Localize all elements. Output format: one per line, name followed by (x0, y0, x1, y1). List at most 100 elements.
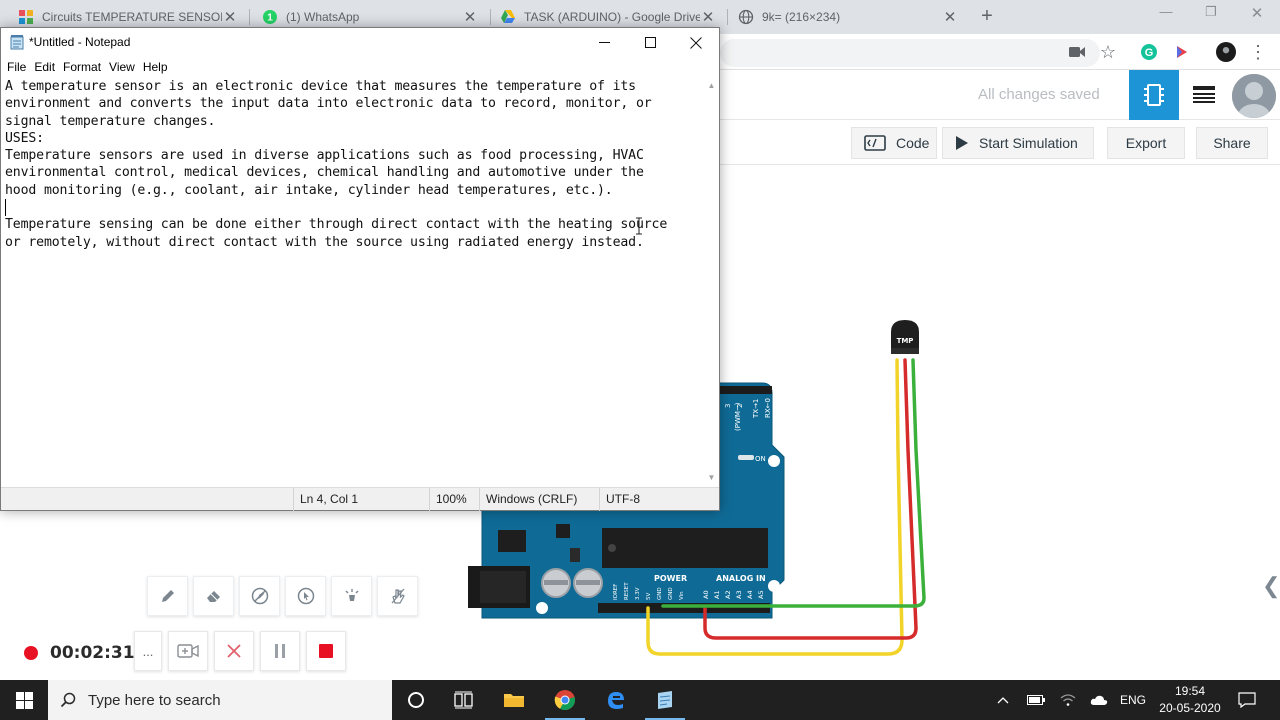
on-led (738, 455, 754, 460)
text-line: signal temperature changes. (5, 113, 216, 129)
share-button[interactable]: Share (1196, 127, 1268, 159)
camera-icon[interactable] (1067, 42, 1087, 62)
vertical-scrollbar[interactable]: ▲ ▼ (704, 77, 719, 487)
webcam-toggle-button[interactable] (168, 631, 208, 671)
search-icon (60, 692, 76, 708)
play-icon (955, 135, 969, 151)
svg-text:G: G (1145, 47, 1154, 59)
notepad-title-bar[interactable]: *Untitled - Notepad (1, 28, 719, 57)
extension-icon[interactable] (1172, 42, 1192, 62)
recorder-more-button[interactable]: ... (134, 631, 162, 671)
tx-pin-label: TX→1 (752, 399, 760, 419)
notepad-window[interactable]: *Untitled - Notepad File Edit Format Vie… (0, 27, 720, 511)
5v-pin-label: 5V (646, 593, 652, 600)
file-explorer-button[interactable] (490, 680, 538, 720)
taskbar-search-box[interactable]: Type here to search (48, 680, 392, 720)
address-bar[interactable] (720, 39, 1100, 67)
minimize-icon[interactable]: — (1154, 4, 1178, 26)
a3-pin-label: A3 (735, 590, 743, 599)
menu-edit[interactable]: Edit (34, 57, 55, 77)
close-icon[interactable]: ✕ (700, 8, 716, 26)
eraser-tool-button[interactable] (193, 576, 234, 616)
new-tab-button[interactable]: + (976, 6, 998, 28)
maximize-icon (644, 37, 656, 48)
gnd-pin-label: GND (668, 587, 674, 600)
notepad-text-area[interactable]: A temperature sensor is an electronic de… (5, 78, 703, 486)
spotlight-tool-button[interactable] (331, 576, 372, 616)
pin-2-label: 2 (736, 404, 744, 408)
tab-image[interactable]: 9k= (216×234) ✕ (728, 0, 968, 34)
code-button[interactable]: Code (851, 127, 937, 159)
component-list-button[interactable] (1180, 70, 1228, 120)
grammarly-icon[interactable]: G (1139, 42, 1159, 62)
a2-pin-label: A2 (724, 590, 732, 599)
chrome-button[interactable] (541, 680, 589, 720)
menu-file[interactable]: File (7, 57, 26, 77)
close-icon[interactable]: ✕ (222, 8, 238, 26)
task-view-icon (454, 691, 473, 709)
wifi-icon[interactable] (1056, 680, 1080, 720)
notepad-taskbar-button[interactable] (641, 680, 689, 720)
scroll-up-icon[interactable]: ▲ (707, 81, 716, 90)
notepad-icon (10, 35, 24, 50)
menu-help[interactable]: Help (143, 57, 168, 77)
text-line: environmental control, medical devices, … (5, 165, 644, 181)
hand-icon (391, 588, 405, 604)
battery-icon[interactable] (1024, 680, 1048, 720)
windows-taskbar: Type here to search ENG 19:54 20-05-2020 (0, 680, 1280, 720)
close-icon[interactable]: ✕ (462, 8, 478, 26)
temperature-sensor[interactable]: TMP (891, 320, 919, 354)
bookmark-star-icon[interactable]: ☆ (1098, 42, 1118, 62)
windows-logo-icon (15, 691, 33, 709)
start-button[interactable] (0, 680, 48, 720)
onedrive-cloud-icon[interactable] (1086, 680, 1112, 720)
chevron-left-icon[interactable]: ❮ (1262, 573, 1280, 609)
task-view-button[interactable] (440, 680, 488, 720)
cortana-button[interactable] (392, 680, 440, 720)
stop-recording-button[interactable] (306, 631, 346, 671)
code-icon (864, 135, 886, 151)
minimize-button[interactable] (581, 28, 627, 57)
menu-format[interactable]: Format (63, 57, 101, 77)
line-ending: Windows (CRLF) (479, 488, 599, 511)
input-language[interactable]: ENG (1116, 680, 1150, 720)
cancel-recording-button[interactable] (214, 631, 254, 671)
close-icon[interactable]: ✕ (1245, 4, 1269, 26)
edge-button[interactable] (592, 680, 640, 720)
scroll-down-icon[interactable]: ▼ (707, 473, 716, 482)
gnd-pin-label: GND (657, 587, 663, 600)
tmp-label: TMP (897, 337, 914, 345)
menu-view[interactable]: View (109, 57, 135, 77)
menu-kebab-icon[interactable]: ⋮ (1248, 42, 1268, 62)
cursor-tool-button[interactable] (285, 576, 326, 616)
eraser-icon (206, 591, 220, 602)
pen-tool-button[interactable] (147, 576, 188, 616)
clock-time: 19:54 (1174, 684, 1206, 698)
system-clock[interactable]: 19:54 20-05-2020 (1150, 683, 1230, 717)
profile-avatar-icon[interactable] (1216, 42, 1236, 62)
user-avatar[interactable] (1232, 74, 1276, 118)
close-window-button[interactable] (673, 28, 719, 57)
folder-icon (504, 694, 524, 707)
cursor-position: Ln 4, Col 1 (293, 488, 421, 511)
notifications-icon[interactable] (1232, 680, 1262, 720)
hand-tool-button[interactable] (377, 576, 418, 616)
start-simulation-button[interactable]: Start Simulation (942, 127, 1094, 159)
edge-icon (608, 692, 624, 709)
restore-icon[interactable]: ❐ (1199, 4, 1223, 26)
clear-drawing-button[interactable] (239, 576, 280, 616)
maximize-button[interactable] (627, 28, 673, 57)
text-line: Temperature sensing can be done either t… (5, 217, 668, 233)
export-button[interactable]: Export (1107, 127, 1185, 159)
cortana-icon (408, 692, 424, 708)
text-line: Temperature sensors are used in diverse … (5, 148, 644, 164)
pause-recording-button[interactable] (260, 631, 300, 671)
recording-timer: 00:02:31 (50, 643, 135, 663)
close-icon[interactable]: ✕ (942, 8, 958, 26)
show-hidden-icons-chevron-icon[interactable] (992, 680, 1014, 720)
mounting-hole (768, 580, 780, 592)
save-status: All changes saved (978, 86, 1100, 103)
chrome-icon (554, 690, 575, 711)
power-label: POWER (654, 574, 687, 583)
components-panel-button[interactable] (1129, 70, 1179, 120)
